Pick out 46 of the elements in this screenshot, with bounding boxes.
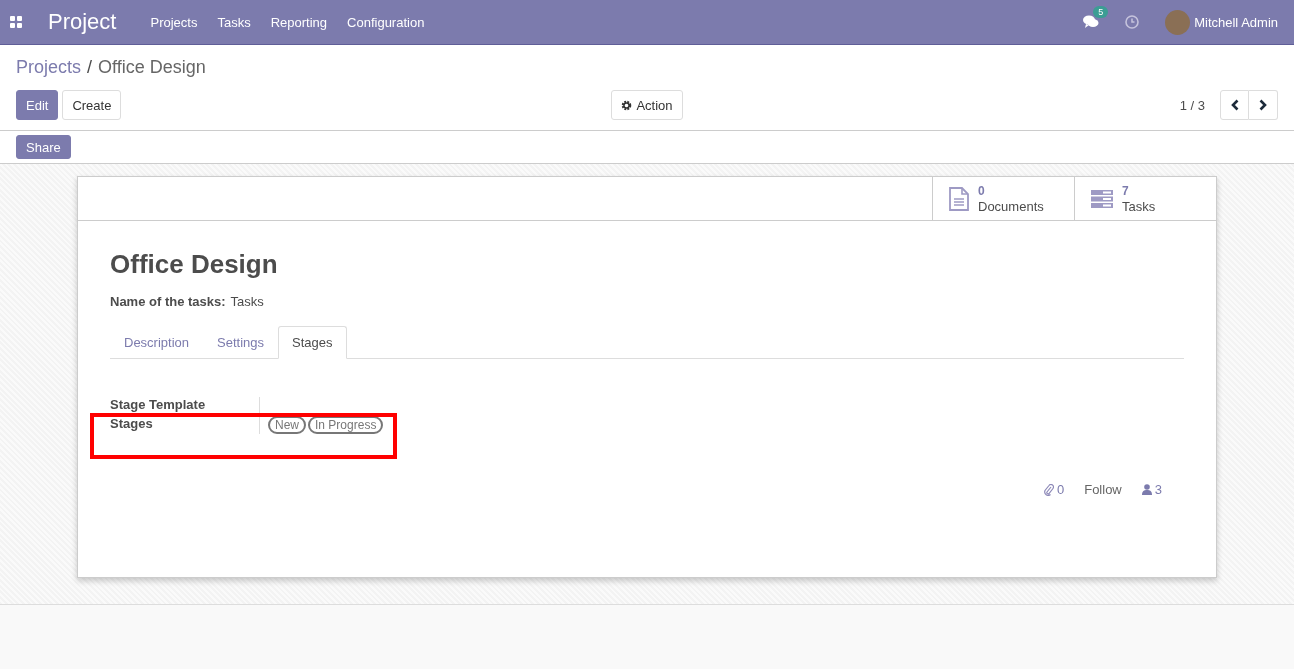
followers-button[interactable]: 3 — [1141, 482, 1162, 497]
menu-item[interactable]: Reporting — [270, 14, 328, 30]
menu-item[interactable]: Configuration — [347, 14, 425, 30]
follow-link[interactable]: Follow — [1084, 482, 1122, 497]
tab[interactable]: Settings — [203, 326, 278, 359]
chevron-left-icon — [1230, 99, 1239, 111]
menu-item[interactable]: Projects — [150, 14, 198, 30]
pager-value: 1 / 3 — [1179, 97, 1205, 113]
message-count-badge: 5 — [1093, 6, 1109, 18]
smart-button[interactable]: 7 Tasks — [1074, 177, 1216, 220]
edit-button[interactable]: Edit — [16, 90, 59, 120]
smart-button[interactable]: 0 Documents — [932, 177, 1074, 220]
chat-icon[interactable] — [1083, 15, 1100, 29]
field-value: Tasks — [230, 294, 264, 309]
share-button[interactable]: Share — [16, 135, 71, 159]
breadcrumb-separator: / — [87, 57, 93, 78]
stage-tag: In Progress — [308, 416, 384, 434]
breadcrumb-current: Office Design — [98, 57, 206, 78]
clock-icon[interactable] — [1125, 15, 1140, 29]
create-button[interactable]: Create — [62, 90, 122, 120]
smart-button-count: 7 — [1122, 183, 1130, 199]
stage-tag: New — [268, 416, 306, 434]
gear-icon — [621, 99, 633, 111]
breadcrumb-link[interactable]: Projects — [16, 57, 82, 78]
action-button[interactable]: Action — [611, 90, 683, 120]
server-stack-icon — [1091, 189, 1113, 208]
chevron-right-icon — [1259, 99, 1267, 111]
tab[interactable]: Description — [110, 326, 204, 359]
next-button[interactable] — [1249, 90, 1278, 120]
field-label: Stage Template — [110, 397, 260, 414]
user-name[interactable]: Mitchell Admin — [1194, 14, 1278, 30]
field-label: Stages — [110, 416, 260, 434]
previous-button[interactable] — [1220, 90, 1249, 120]
field-label: Name of the tasks: — [110, 294, 226, 309]
menu-item[interactable]: Tasks — [217, 14, 251, 30]
person-icon — [1141, 484, 1152, 495]
smart-button-count: 0 — [978, 183, 986, 199]
record-title: Office Design — [110, 249, 279, 280]
paperclip-icon — [1043, 483, 1054, 496]
tab[interactable]: Stages — [278, 326, 347, 359]
smart-button-label: Tasks — [1122, 198, 1156, 214]
app-name: Project — [48, 9, 117, 35]
attachments-button[interactable]: 0 — [1043, 482, 1065, 497]
document-icon — [949, 186, 969, 211]
apps-menu-icon[interactable] — [10, 16, 22, 28]
smart-button-label: Documents — [978, 198, 1044, 214]
